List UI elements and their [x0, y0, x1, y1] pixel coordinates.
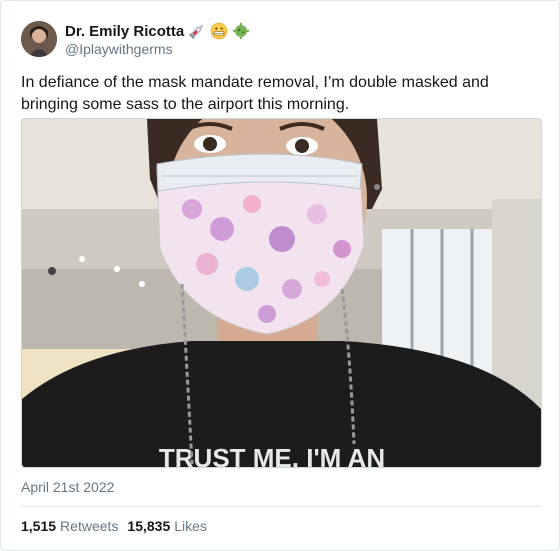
likes-count: 15,835 [127, 518, 171, 534]
avatar[interactable] [21, 21, 57, 57]
tweet-header: Dr. Emily Ricotta @Iplaywithgerms [21, 18, 521, 60]
author-name[interactable]: Dr. Emily Ricotta [65, 23, 184, 40]
author-handle[interactable]: @Iplaywithgerms [65, 41, 173, 57]
retweets-count: 1,515 [21, 518, 57, 534]
grimacing-face-icon [210, 22, 228, 40]
tweet-card: Dr. Emily Ricotta @Iplaywithgerms In def… [0, 0, 560, 551]
tweet-text: In defiance of the mask mandate removal,… [21, 74, 489, 113]
tweet-date[interactable]: April 21st 2022 [21, 479, 114, 495]
tweet-stats: 1,515 Retweets 15,835 Likes [21, 518, 207, 534]
retweets-label: Retweets [60, 518, 119, 534]
divider [21, 506, 541, 507]
syringe-icon [188, 22, 206, 40]
likes-label: Likes [174, 518, 207, 534]
likes-stat[interactable]: 15,835 Likes [127, 518, 207, 534]
microbe-icon [232, 22, 250, 40]
tweet-photo[interactable]: TRUST ME, I'M AN [21, 118, 542, 468]
retweets-stat[interactable]: 1,515 Retweets [21, 518, 118, 534]
name-row: Dr. Emily Ricotta [65, 22, 250, 40]
